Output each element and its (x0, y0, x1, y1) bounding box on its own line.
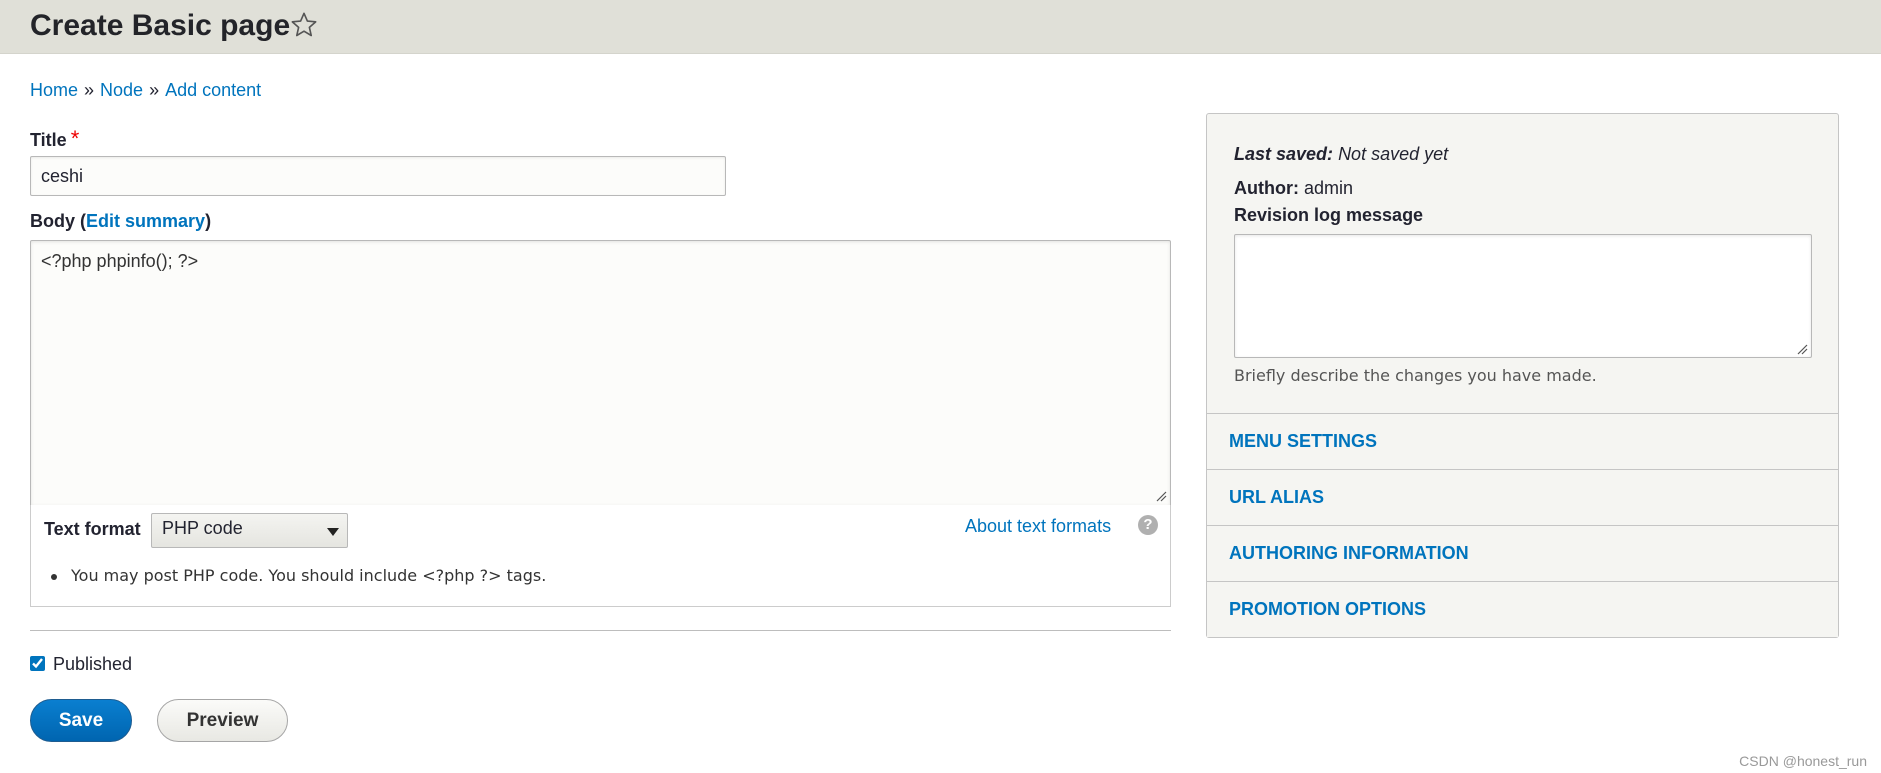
last-saved-label: Last saved: (1234, 144, 1334, 164)
revision-log-description: Briefly describe the changes you have ma… (1234, 366, 1597, 385)
page-title: Create Basic page (30, 9, 291, 42)
resize-grip-icon[interactable] (1155, 490, 1167, 502)
page-header: Create Basic page (0, 0, 1881, 54)
meta-sidebar: Last saved: Not saved yet Author: admin … (1206, 113, 1839, 638)
watermark: CSDN @honest_run (1739, 753, 1867, 769)
title-label-text: Title (30, 130, 67, 150)
last-saved-row: Last saved: Not saved yet (1234, 137, 1448, 171)
title-input[interactable] (30, 156, 726, 196)
resize-grip-icon[interactable] (1796, 343, 1808, 355)
meta-info: Last saved: Not saved yet Author: admin (1234, 137, 1448, 205)
author-value: admin (1304, 178, 1354, 198)
revision-log-textarea[interactable] (1234, 234, 1812, 358)
text-format-label: Text format (44, 519, 141, 539)
breadcrumb-home-link[interactable]: Home (30, 80, 78, 100)
divider (30, 630, 1171, 631)
about-text-formats-link[interactable]: About text formats (965, 516, 1111, 537)
promotion-options-section[interactable]: PROMOTION OPTIONS (1207, 581, 1838, 637)
published-label: Published (53, 654, 133, 674)
text-format-wrapper: Text format PHP code About text formats … (30, 505, 1171, 607)
title-field-label: Title * (30, 126, 79, 152)
breadcrumb-node-link[interactable]: Node (100, 80, 143, 100)
body-textarea[interactable]: <?php phpinfo(); ?> (30, 240, 1171, 506)
save-button[interactable]: Save (30, 699, 132, 742)
breadcrumb: Home» Node» Add content (30, 78, 261, 102)
body-close-paren: ) (205, 211, 212, 231)
star-icon[interactable] (290, 11, 318, 39)
revision-log-label: Revision log message (1234, 205, 1424, 225)
body-field-label: Body (Edit summary) (30, 211, 211, 232)
required-marker: * (70, 126, 80, 151)
menu-settings-section[interactable]: MENU SETTINGS (1207, 413, 1838, 469)
bullet-icon (51, 573, 57, 580)
published-checkbox[interactable] (30, 656, 45, 671)
breadcrumb-separator: » (84, 80, 95, 100)
authoring-information-section[interactable]: AUTHORING INFORMATION (1207, 525, 1838, 581)
format-tip-list-item: You may post PHP code. You should includ… (51, 566, 546, 585)
edit-summary-link[interactable]: Edit summary (86, 211, 205, 231)
breadcrumb-separator: » (149, 80, 160, 100)
help-icon[interactable]: ? (1138, 515, 1158, 535)
text-format-selected-value: PHP code (162, 518, 243, 538)
author-label: Author: (1234, 178, 1299, 198)
url-alias-section[interactable]: URL ALIAS (1207, 469, 1838, 525)
format-tip-text: You may post PHP code. You should includ… (71, 566, 547, 585)
author-row: Author: admin (1234, 171, 1448, 205)
published-field[interactable]: Published (30, 654, 132, 675)
body-label-text: Body (30, 211, 75, 231)
dropdown-arrow-icon (327, 528, 339, 536)
preview-button[interactable]: Preview (157, 699, 288, 742)
text-format-select[interactable]: PHP code (151, 513, 348, 548)
breadcrumb-add-content-link[interactable]: Add content (165, 80, 261, 100)
last-saved-value: Not saved yet (1338, 144, 1449, 164)
